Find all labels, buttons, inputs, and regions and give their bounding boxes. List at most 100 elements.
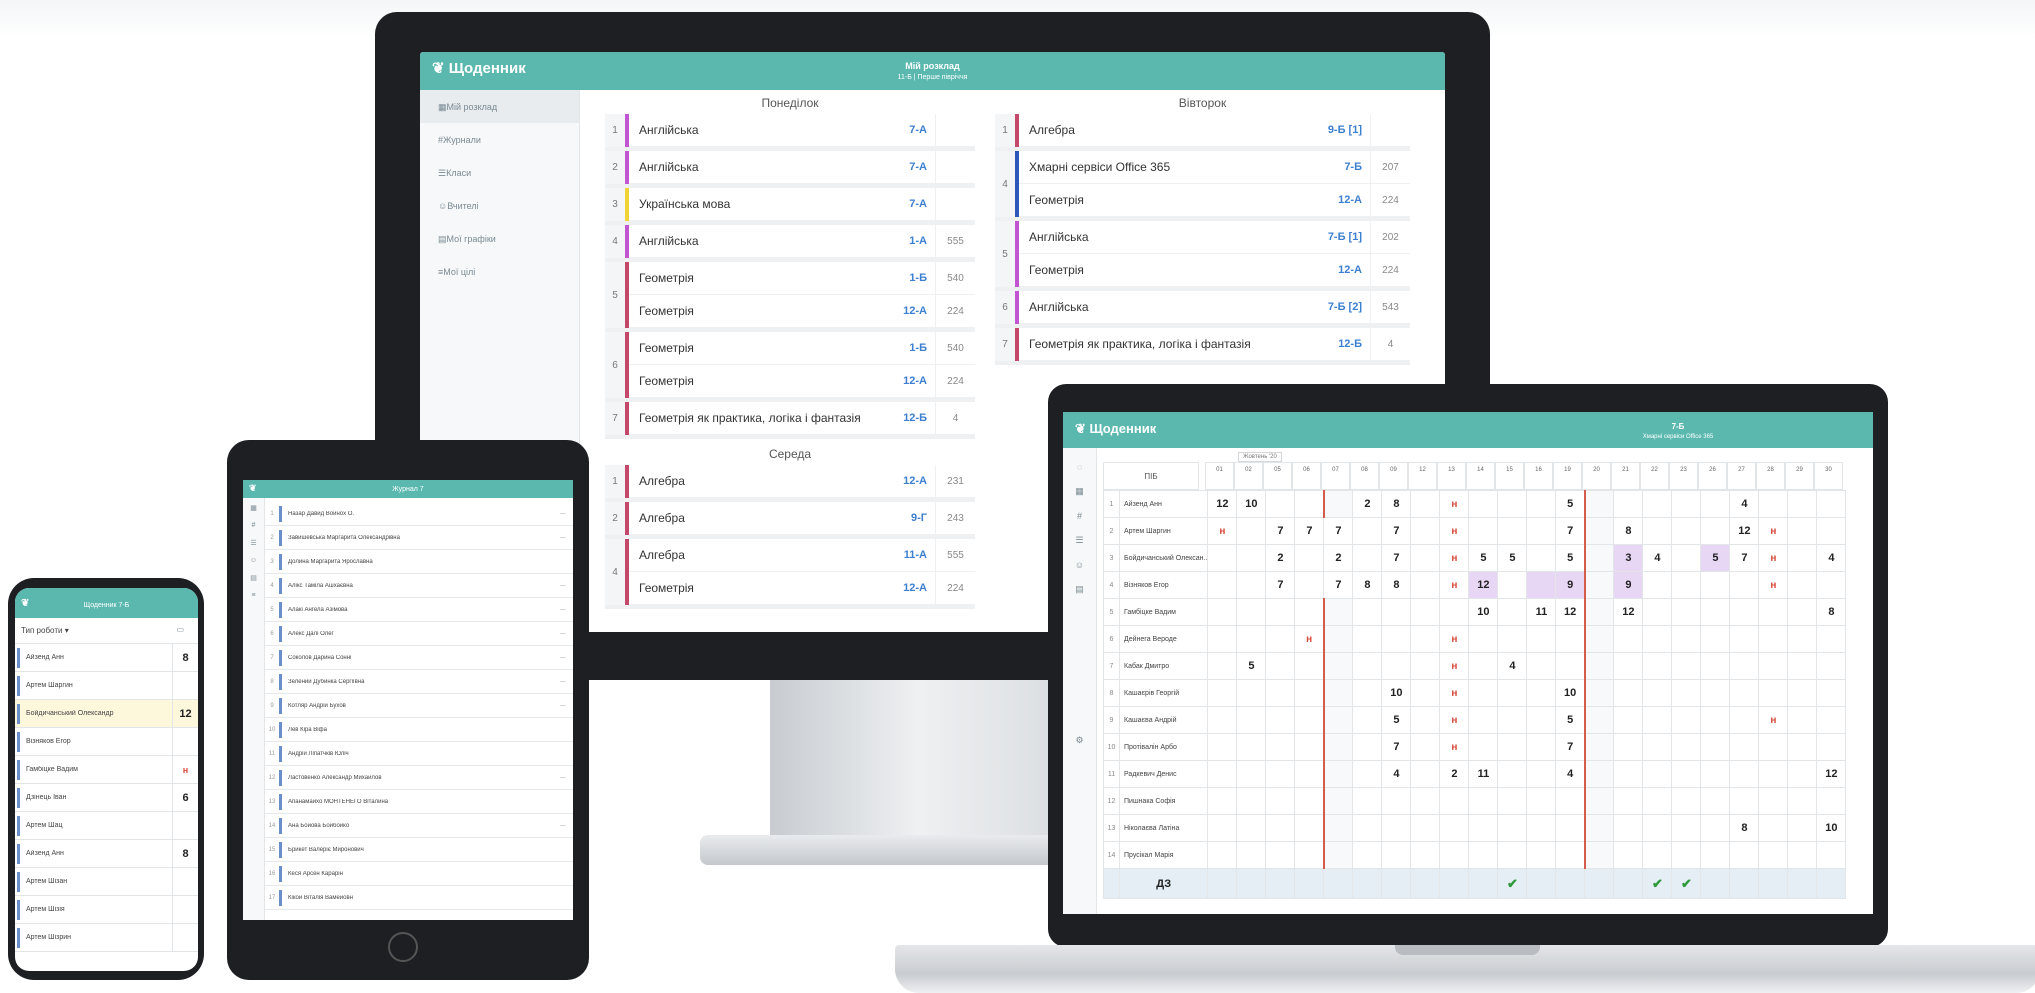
grade-cell[interactable]: н [1439,706,1470,734]
grade-cell[interactable] [1468,652,1499,680]
grade-cell[interactable] [1207,787,1238,815]
grade-cell[interactable] [1265,490,1296,518]
grade-cell[interactable] [1381,841,1412,869]
grade-cell[interactable] [1583,490,1615,518]
grade-cell[interactable]: 8 [1729,814,1760,842]
list-item[interactable]: 16 Кеся Арсен Карарін [265,862,573,886]
grade-cell[interactable] [172,896,198,923]
grade-cell[interactable] [1381,814,1412,842]
class-group[interactable]: 12-А [879,375,935,387]
grade-cell[interactable] [1265,760,1296,788]
grade-cell[interactable] [1236,733,1267,761]
list-icon[interactable]: ≡ [243,592,264,599]
grade-cell[interactable] [1468,733,1499,761]
student-name[interactable]: Дейнега Вероде [1118,625,1209,653]
grade-cell[interactable] [1207,652,1238,680]
grade-cell[interactable] [1352,544,1383,572]
grade-cell[interactable] [1613,679,1644,707]
grade-cell[interactable] [1410,598,1441,626]
grade-cell[interactable]: 11 [1468,760,1499,788]
mark-cell[interactable]: — [553,823,573,829]
grade-cell[interactable]: 12 [1729,517,1760,545]
student-name[interactable]: Радкевич Денис [1118,760,1209,788]
grade-cell[interactable] [1787,544,1818,572]
grade-cell[interactable] [1294,787,1325,815]
grade-cell[interactable] [1207,625,1238,653]
grade-cell[interactable] [1497,760,1528,788]
grade-cell[interactable] [1497,571,1528,599]
grade-cell[interactable] [1787,490,1818,518]
grade-cell[interactable]: 10 [1381,679,1412,707]
student-name[interactable]: Артем Шаргин [1118,517,1209,545]
list-item[interactable]: Артем Шізрин [15,924,198,952]
grade-cell[interactable] [1816,490,1847,518]
grade-cell[interactable]: 3 [1613,544,1644,572]
grade-cell[interactable]: 7 [1323,517,1354,545]
grade-cell[interactable]: 7 [1381,733,1412,761]
grade-cell[interactable] [1700,652,1731,680]
grade-cell[interactable] [1352,598,1383,626]
month-selector[interactable]: Жовтень '20 [1238,452,1282,462]
homework-cell[interactable] [1439,868,1470,899]
lesson-card[interactable]: 4 Алгебра 11-А 555 Геометрія 12-А 224 [605,539,975,609]
grade-cell[interactable] [1816,706,1847,734]
homework-cell[interactable] [1323,868,1354,899]
student-name[interactable]: Кашаєва Андрій [1118,706,1209,734]
grade-cell[interactable] [1294,841,1325,869]
grade-cell[interactable]: 11 [1526,598,1557,626]
grade-cell[interactable] [1265,652,1296,680]
grade-cell[interactable] [1526,625,1557,653]
grade-cell[interactable] [1294,679,1325,707]
grade-cell[interactable] [1671,787,1702,815]
student-name[interactable]: Прусікал Марія [1118,841,1209,869]
class-group[interactable]: 12-А [1314,194,1370,206]
grade-cell[interactable]: 4 [1816,544,1847,572]
grade-cell[interactable] [1322,625,1354,653]
grade-cell[interactable]: 5 [1555,490,1586,518]
grade-cell[interactable] [1700,787,1731,815]
grade-cell[interactable] [1583,787,1615,815]
grade-cell[interactable] [1322,706,1354,734]
grade-cell[interactable] [1410,625,1441,653]
grade-cell[interactable] [1555,814,1586,842]
grade-cell[interactable] [1700,625,1731,653]
grade-cell[interactable] [1265,679,1296,707]
grade-cell[interactable]: н [1439,679,1470,707]
grade-cell[interactable] [1729,571,1760,599]
grade-cell[interactable]: 12 [1207,490,1238,518]
list-item[interactable]: Візняков Егор [15,728,198,756]
homework-cell[interactable] [1468,868,1499,899]
grade-cell[interactable]: 4 [1555,760,1586,788]
lesson-card[interactable]: 5 Геометрія 1-Б 540 Геометрія 12-А 224 [605,262,975,332]
class-group[interactable]: 12-Б [879,412,935,424]
list-item[interactable]: 12 Ластовенко Александр Михайлов — [265,766,573,790]
grade-cell[interactable]: н [1439,544,1470,572]
list-item[interactable]: Артем Шізія [15,896,198,924]
grade-cell[interactable] [1613,760,1644,788]
grade-cell[interactable] [1729,652,1760,680]
grade-cell[interactable] [1265,733,1296,761]
grade-cell[interactable] [1816,841,1847,869]
class-group[interactable]: 7-Б [1] [1314,231,1370,243]
grade-cell[interactable] [1265,841,1296,869]
grade-cell[interactable]: 7 [1381,517,1412,545]
grade-cell[interactable]: 8 [172,840,198,867]
mark-cell[interactable]: — [553,703,573,709]
grade-cell[interactable] [1468,490,1499,518]
calendar-icon[interactable]: ▦ [243,504,264,512]
grade-cell[interactable] [1497,787,1528,815]
grade-cell[interactable]: 8 [1816,598,1847,626]
grade-cell[interactable]: 7 [1294,517,1325,545]
grade-cell[interactable] [1410,571,1441,599]
date-header[interactable]: 08 [1350,462,1379,490]
date-header[interactable]: 12 [1408,462,1437,490]
grade-cell[interactable] [1468,787,1499,815]
date-header[interactable]: 29 [1785,462,1814,490]
date-header[interactable]: 22 [1640,462,1669,490]
grade-cell[interactable] [1352,625,1383,653]
grade-cell[interactable] [1729,706,1760,734]
grade-cell[interactable] [1410,679,1441,707]
date-header[interactable]: 06 [1292,462,1321,490]
grade-cell[interactable] [1468,706,1499,734]
grade-cell[interactable] [172,924,198,951]
